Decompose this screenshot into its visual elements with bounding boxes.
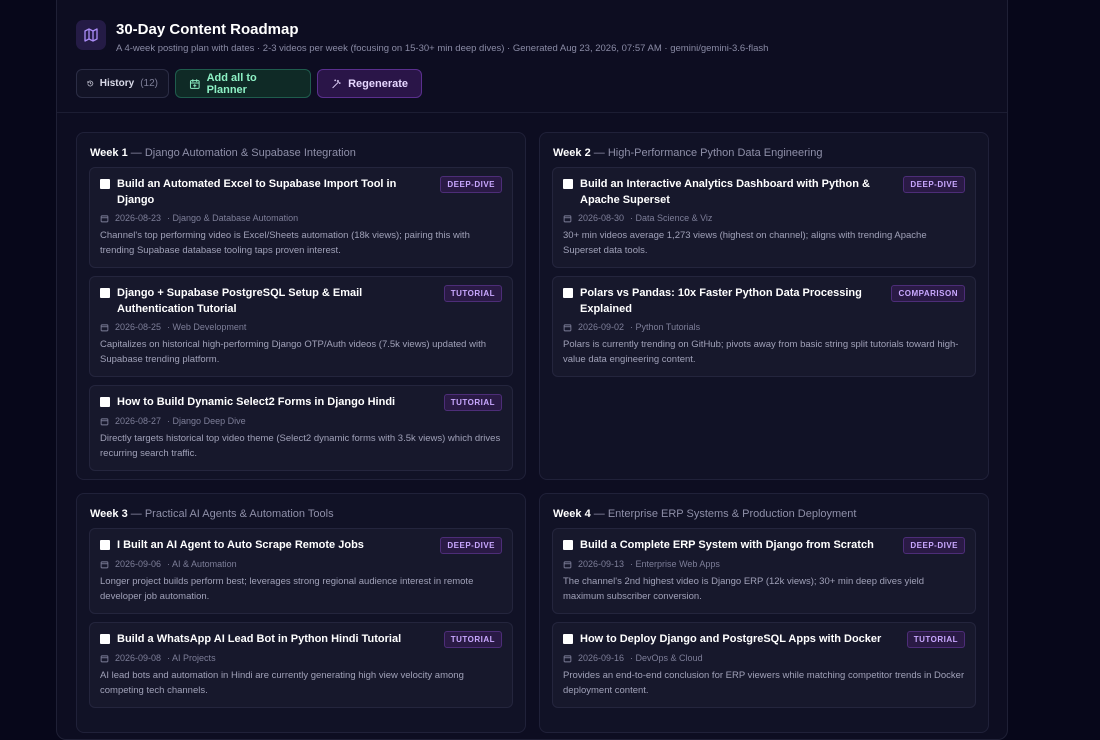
item-date: 2026-08-30 — [578, 213, 625, 223]
item-title: I Built an AI Agent to Auto Scrape Remot… — [117, 539, 364, 551]
item-date: 2026-08-25 — [115, 322, 162, 332]
item-category: · AI Projects — [167, 653, 216, 663]
type-badge: COMPARISON — [891, 285, 965, 302]
list-item: Django + Supabase PostgreSQL Setup & Ema… — [89, 276, 513, 377]
history-label: History — [99, 78, 135, 89]
list-item: I Built an AI Agent to Auto Scrape Remot… — [89, 528, 513, 614]
add-all-to-planner-button[interactable]: Add all to Planner — [175, 69, 311, 98]
type-badge: TUTORIAL — [443, 394, 502, 411]
list-item: How to Deploy Django and PostgreSQL Apps… — [552, 622, 976, 708]
item-date: 2026-09-06 — [115, 559, 162, 569]
item-date: 2026-08-27 — [115, 416, 162, 426]
type-badge: TUTORIAL — [906, 631, 965, 648]
roadmap-header: 30-Day Content Roadmap A 4-week posting … — [57, 0, 1007, 113]
magic-wand-icon — [332, 78, 341, 88]
calendar-icon — [100, 654, 109, 662]
week-heading: Week 1 — Django Automation & Supabase In… — [90, 147, 356, 159]
item-date: 2026-09-08 — [115, 653, 162, 663]
item-category: · Python Tutorials — [630, 322, 701, 332]
item-title: How to Deploy Django and PostgreSQL Apps… — [580, 633, 882, 645]
page-subtitle: A 4-week posting plan with dates · 2-3 v… — [116, 43, 769, 54]
week-1-panel: Week 1 — Django Automation & Supabase In… — [76, 132, 526, 480]
history-icon — [87, 80, 94, 87]
history-button[interactable]: History (12) — [76, 69, 169, 98]
checkbox[interactable] — [100, 288, 110, 298]
list-item: Build a Complete ERP System with Django … — [552, 528, 976, 614]
item-date: 2026-09-02 — [578, 322, 625, 332]
item-date: 2026-09-16 — [578, 653, 625, 663]
week-2-panel: Week 2 — High-Performance Python Data En… — [539, 132, 989, 480]
roadmap-panel: 30-Day Content Roadmap A 4-week posting … — [56, 0, 1008, 740]
calendar-icon — [563, 654, 572, 662]
item-description: AI lead bots and automation in Hindi are… — [100, 670, 464, 696]
checkbox[interactable] — [100, 179, 110, 189]
item-description: 30+ min videos average 1,273 views (high… — [563, 230, 927, 256]
checkbox[interactable] — [100, 634, 110, 644]
calendar-icon — [563, 323, 572, 331]
regenerate-button[interactable]: Regenerate — [317, 69, 422, 98]
planner-label: Add all to Planner — [206, 71, 257, 96]
type-badge: DEEP-DIVE — [440, 537, 502, 554]
calendar-icon — [100, 560, 109, 568]
calendar-plus-icon — [189, 78, 200, 89]
item-description: Capitalizes on historical high-performin… — [100, 339, 486, 365]
list-item: Build an Interactive Analytics Dashboard… — [552, 167, 976, 268]
item-description: Directly targets historical top video th… — [100, 433, 501, 459]
item-title: Django + Supabase PostgreSQL Setup & Ema… — [117, 287, 363, 315]
item-date: 2026-09-13 — [578, 559, 625, 569]
checkbox[interactable] — [563, 288, 573, 298]
item-title: Polars vs Pandas: 10x Faster Python Data… — [580, 287, 862, 315]
checkbox[interactable] — [563, 179, 573, 189]
week-heading: Week 3 — Practical AI Agents & Automatio… — [90, 508, 334, 520]
calendar-icon — [100, 323, 109, 331]
week-heading: Week 4 — Enterprise ERP Systems & Produc… — [553, 508, 857, 520]
item-title: How to Build Dynamic Select2 Forms in Dj… — [117, 396, 396, 408]
list-item: Build an Automated Excel to Supabase Imp… — [89, 167, 513, 268]
calendar-icon — [100, 214, 109, 222]
list-item: How to Build Dynamic Select2 Forms in Dj… — [89, 385, 513, 471]
item-description: The channel's 2nd highest video is Djang… — [563, 576, 924, 602]
map-icon — [76, 20, 106, 50]
item-category: · Django & Database Automation — [167, 213, 299, 223]
history-count: (12) — [140, 78, 158, 89]
week-3-panel: Week 3 — Practical AI Agents & Automatio… — [76, 493, 526, 733]
calendar-icon — [100, 417, 109, 425]
item-title: Build a WhatsApp AI Lead Bot in Python H… — [117, 633, 402, 645]
item-title: Build a Complete ERP System with Django … — [580, 539, 874, 551]
item-description: Channel's top performing video is Excel/… — [100, 230, 470, 256]
type-badge: TUTORIAL — [443, 631, 502, 648]
item-category: · Web Development — [167, 322, 247, 332]
regenerate-label: Regenerate — [348, 77, 408, 90]
list-item: Build a WhatsApp AI Lead Bot in Python H… — [89, 622, 513, 708]
checkbox[interactable] — [100, 397, 110, 407]
type-badge: DEEP-DIVE — [903, 176, 965, 193]
type-badge: DEEP-DIVE — [440, 176, 502, 193]
page-title: 30-Day Content Roadmap — [116, 21, 299, 38]
type-badge: DEEP-DIVE — [903, 537, 965, 554]
list-item: Polars vs Pandas: 10x Faster Python Data… — [552, 276, 976, 377]
checkbox[interactable] — [100, 540, 110, 550]
item-category: · Django Deep Dive — [167, 416, 246, 426]
item-title: Build an Interactive Analytics Dashboard… — [580, 178, 870, 206]
item-category: · Data Science & Viz — [630, 213, 713, 223]
item-date: 2026-08-23 — [115, 213, 162, 223]
item-category: · Enterprise Web Apps — [630, 559, 720, 569]
calendar-icon — [563, 560, 572, 568]
week-heading: Week 2 — High-Performance Python Data En… — [553, 147, 823, 159]
item-category: · DevOps & Cloud — [630, 653, 703, 663]
week-4-panel: Week 4 — Enterprise ERP Systems & Produc… — [539, 493, 989, 733]
item-description: Provides an end-to-end conclusion for ER… — [563, 670, 965, 696]
checkbox[interactable] — [563, 634, 573, 644]
item-title: Build an Automated Excel to Supabase Imp… — [117, 178, 397, 206]
calendar-icon — [563, 214, 572, 222]
item-description: Polars is currently trending on GitHub; … — [563, 339, 959, 365]
item-category: · AI & Automation — [167, 559, 237, 569]
type-badge: TUTORIAL — [443, 285, 502, 302]
action-bar: History (12) Add all to Planner Regenera… — [76, 69, 988, 98]
item-description: Longer project builds perform best; leve… — [100, 576, 474, 602]
checkbox[interactable] — [563, 540, 573, 550]
